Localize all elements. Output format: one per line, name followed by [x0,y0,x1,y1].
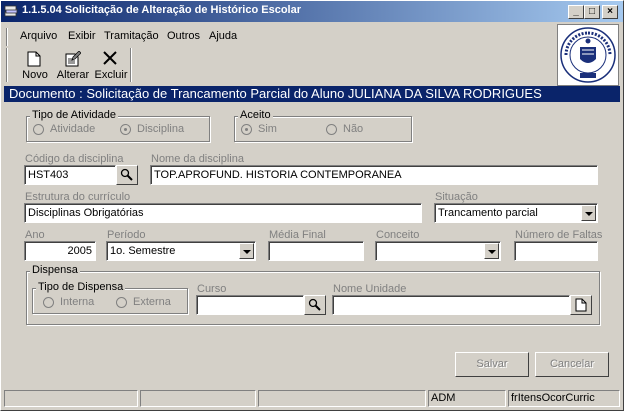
radio-nao-label: Não [343,123,364,135]
status-panel-2 [140,390,256,407]
nome-disciplina-label: Nome da disciplina [151,153,244,165]
menu-outros[interactable]: Outros [167,30,200,42]
search-icon [120,168,133,181]
status-panel-3 [258,390,426,407]
nome-unidade-label: Nome Unidade [333,283,407,295]
toolbar: Novo Alterar Excluir [4,46,552,84]
search-icon [308,298,321,311]
save-button[interactable]: Salvar [455,352,529,377]
periodo-value: 1o. Semestre [110,245,176,257]
ano-label: Ano [25,229,45,241]
estrutura-curriculo-label: Estrutura do currículo [25,191,131,203]
curso-field[interactable] [196,295,304,315]
numero-faltas-label: Número de Faltas [515,229,603,241]
minimize-button[interactable]: _ [568,5,584,19]
window-title: 1.1.5.04 Solicitação de Alteração de His… [22,4,301,16]
university-seal-icon [560,27,616,83]
delete-button-label: Excluir [94,69,128,81]
edit-document-icon [65,51,81,67]
chevron-down-icon[interactable] [239,243,254,259]
dispensa-title: Dispensa [30,264,80,276]
chevron-down-icon[interactable] [484,243,499,259]
edit-button-label: Alterar [56,69,90,81]
radio-disciplina-label: Disciplina [137,123,185,135]
nome-disciplina-field[interactable]: TOP.APROFUND. HISTORIA CONTEMPORANEA [150,165,598,185]
conceito-select[interactable] [375,241,501,261]
radio-interna[interactable] [43,297,54,308]
app-stack-icon [4,5,18,17]
edit-button[interactable]: Alterar [54,48,92,82]
university-logo [557,24,619,86]
status-user: ADM [428,390,506,407]
radio-sim[interactable] [241,124,252,135]
codigo-disciplina-field[interactable]: HST403 [24,165,116,185]
tipo-dispensa-title: Tipo de Dispensa [36,281,126,293]
status-form-name: frItensOcorCurric [508,390,620,407]
situacao-select[interactable]: Trancamento parcial [434,203,598,223]
radio-atividade[interactable] [33,124,44,135]
situacao-label: Situação [435,191,478,203]
periodo-select[interactable]: 1o. Semestre [106,241,256,261]
cancel-button[interactable]: Cancelar [535,352,609,377]
new-button-label: Novo [22,69,48,81]
menu-ajuda[interactable]: Ajuda [209,30,237,42]
radio-interna-label: Interna [60,296,95,308]
menu-exibir[interactable]: Exibir [68,30,96,42]
chevron-down-icon[interactable] [581,205,596,221]
estrutura-curriculo-field[interactable]: Disciplinas Obrigatórias [24,203,422,223]
menu-bar: Arquivo Exibir Tramitação Outros Ajuda [4,26,552,46]
status-panel-1 [4,390,138,407]
ano-field[interactable]: 2005 [24,241,96,261]
search-disciplina-button[interactable] [116,165,138,185]
menu-arquivo[interactable]: Arquivo [20,30,57,42]
radio-disciplina[interactable] [120,124,131,135]
radio-nao[interactable] [326,124,337,135]
close-button[interactable]: × [602,5,618,19]
codigo-disciplina-label: Código da disciplina [25,153,124,165]
document-icon [575,298,587,312]
menu-tramitacao[interactable]: Tramitação [104,30,159,42]
blank-document-icon [27,51,41,67]
situacao-value: Trancamento parcial [438,207,538,219]
search-curso-button[interactable] [304,295,326,315]
aceito-title: Aceito [238,109,273,121]
delete-button[interactable]: Excluir [92,48,130,82]
curso-label: Curso [197,283,227,295]
radio-externa-label: Externa [133,296,171,308]
conceito-label: Conceito [376,229,420,241]
unidade-lookup-button[interactable] [570,295,592,315]
radio-sim-label: Sim [258,123,277,135]
radio-atividade-label: Atividade [50,123,96,135]
periodo-label: Período [107,229,146,241]
x-delete-icon [103,51,117,65]
numero-faltas-field[interactable] [514,241,598,261]
document-bar: Documento : Solicitação de Trancamento P… [4,86,620,102]
media-final-field[interactable] [268,241,364,261]
media-final-label: Média Final [269,229,326,241]
new-button[interactable]: Novo [16,48,54,82]
maximize-button[interactable]: □ [584,5,600,19]
radio-externa[interactable] [116,297,127,308]
nome-unidade-field[interactable] [332,295,570,315]
tipo-atividade-title: Tipo de Atividade [30,109,118,121]
